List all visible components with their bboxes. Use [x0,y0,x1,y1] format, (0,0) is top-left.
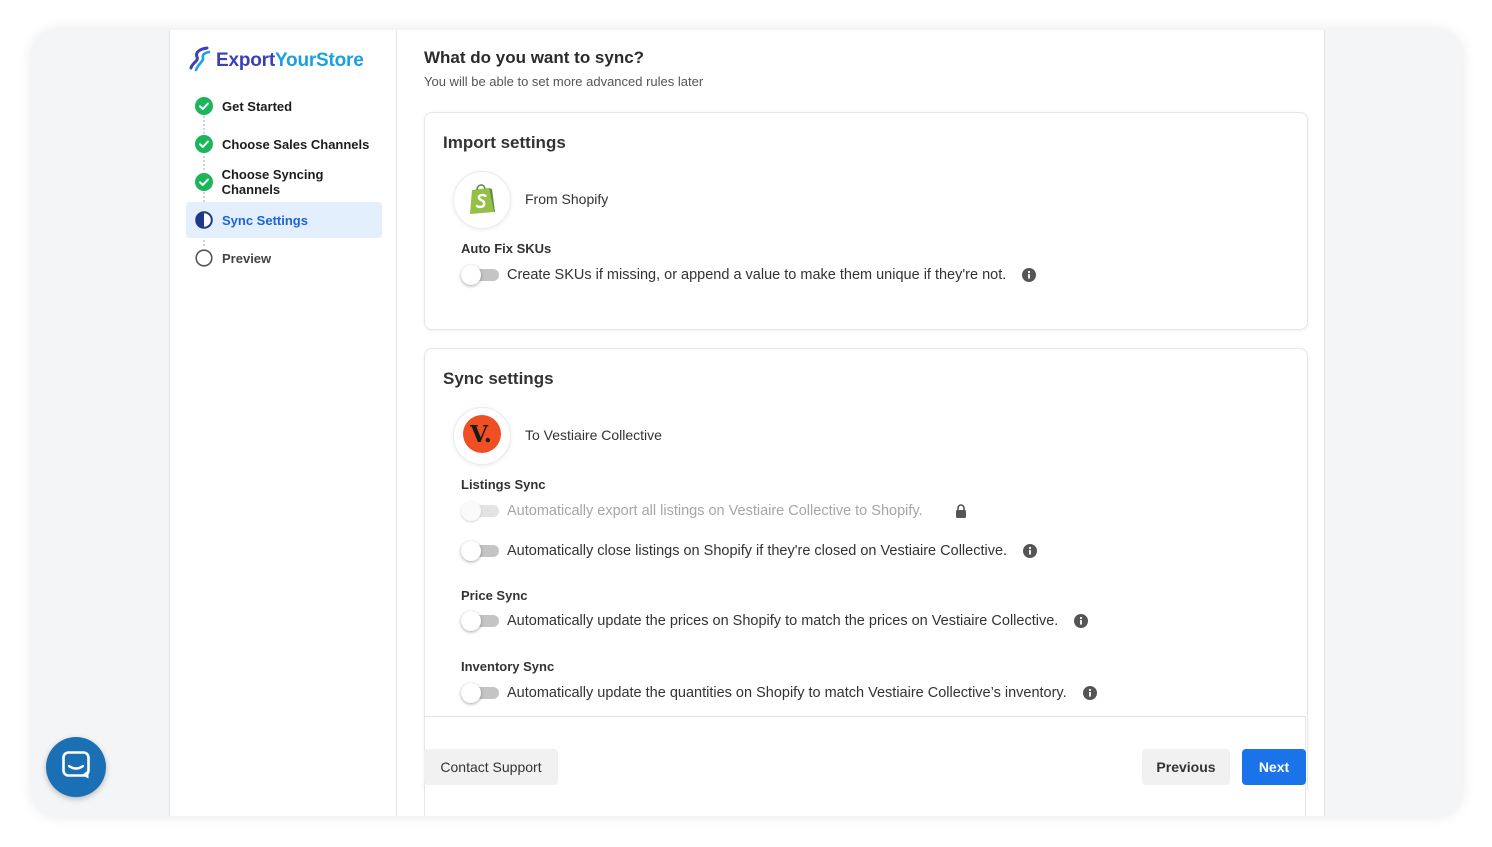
listings-export-row: Automatically export all listings on Ves… [461,501,967,521]
step-sync-settings[interactable]: Sync Settings [186,202,382,238]
listings-sync-label: Listings Sync [461,477,546,492]
step-choose-syncing-channels[interactable]: Choose Syncing Channels [186,164,382,200]
step-label: Preview [222,250,272,266]
listings-export-text: Automatically export all listings on Ves… [507,503,923,519]
price-sync-row: Automatically update the prices on Shopi… [461,611,1089,631]
inventory-sync-label: Inventory Sync [461,659,555,674]
vestiaire-logo: V. [453,407,511,465]
listings-close-row: Automatically close listings on Shopify … [461,541,1038,561]
shopify-bag-icon [467,181,497,220]
step-label: Choose Sales Channels [222,136,370,152]
listings-export-toggle[interactable] [461,501,499,521]
import-channel-name: From Shopify [525,191,609,207]
price-sync-toggle[interactable] [461,611,499,631]
info-icon[interactable] [1023,544,1038,558]
auto-fix-skus-row: Create SKUs if missing, or append a valu… [461,265,1037,285]
app-window: ExportYourStore Get Started Choose Sales… [169,30,1325,816]
auto-fix-skus-text: Create SKUs if missing, or append a valu… [507,267,1007,283]
step-choose-sales-channels[interactable]: Choose Sales Channels [186,126,382,162]
shopify-logo [453,171,511,229]
listings-close-toggle[interactable] [461,541,499,561]
svg-text:V.: V. [469,421,492,448]
import-settings-title: Import settings [443,133,566,152]
browser-frame: ExportYourStore Get Started Choose Sales… [32,30,1462,816]
brand-mark-icon [188,46,212,77]
import-settings-card: Import settings From Shopify Auto Fix SK… [424,112,1308,330]
auto-fix-skus-toggle[interactable] [461,265,499,285]
chat-bubble-icon [61,750,91,785]
next-button[interactable]: Next [1242,749,1306,785]
step-label: Get Started [222,98,293,114]
info-icon[interactable] [1074,614,1089,628]
inventory-sync-toggle[interactable] [461,683,499,703]
empty-circle-icon [194,248,214,268]
listings-close-text: Automatically close listings on Shopify … [507,543,1008,559]
page-title: What do you want to sync? [424,48,645,67]
info-icon[interactable] [1082,686,1097,700]
step-label: Choose Syncing Channels [221,167,324,197]
step-preview[interactable]: Preview [186,240,382,276]
footer-bar: Contact Support Previous Next [424,716,1306,816]
page-subtitle: You will be able to set more advanced ru… [424,74,704,89]
main-content: What do you want to sync? You will be ab… [424,30,1308,816]
previous-button[interactable]: Previous [1142,749,1230,785]
chat-widget-button[interactable] [46,737,106,797]
brand-name: ExportYourStore [216,50,364,72]
lock-icon [955,504,967,518]
sync-channel-name: To Vestiaire Collective [525,427,662,443]
inventory-sync-text: Automatically update the quantities on S… [507,685,1067,701]
auto-fix-skus-label: Auto Fix SKUs [461,241,552,256]
check-circle-icon [194,172,214,192]
wizard-steps: Get Started Choose Sales Channels Choose… [186,88,382,278]
price-sync-label: Price Sync [461,588,528,603]
brand-name-part2: YourStore [274,50,364,71]
check-circle-icon [194,96,214,116]
step-get-started[interactable]: Get Started [186,88,382,124]
info-icon[interactable] [1022,268,1037,282]
half-circle-icon [194,210,214,230]
brand-logo[interactable]: ExportYourStore [188,46,364,77]
inventory-sync-row: Automatically update the quantities on S… [461,683,1097,703]
check-circle-icon [194,134,214,154]
step-label: Sync Settings [222,212,308,228]
brand-name-part1: Export [216,50,275,71]
sidebar: ExportYourStore Get Started Choose Sales… [170,30,397,816]
contact-support-button[interactable]: Contact Support [424,749,558,785]
vestiaire-v-icon: V. [463,414,501,458]
sync-settings-title: Sync settings [443,369,554,388]
price-sync-text: Automatically update the prices on Shopi… [507,613,1059,629]
